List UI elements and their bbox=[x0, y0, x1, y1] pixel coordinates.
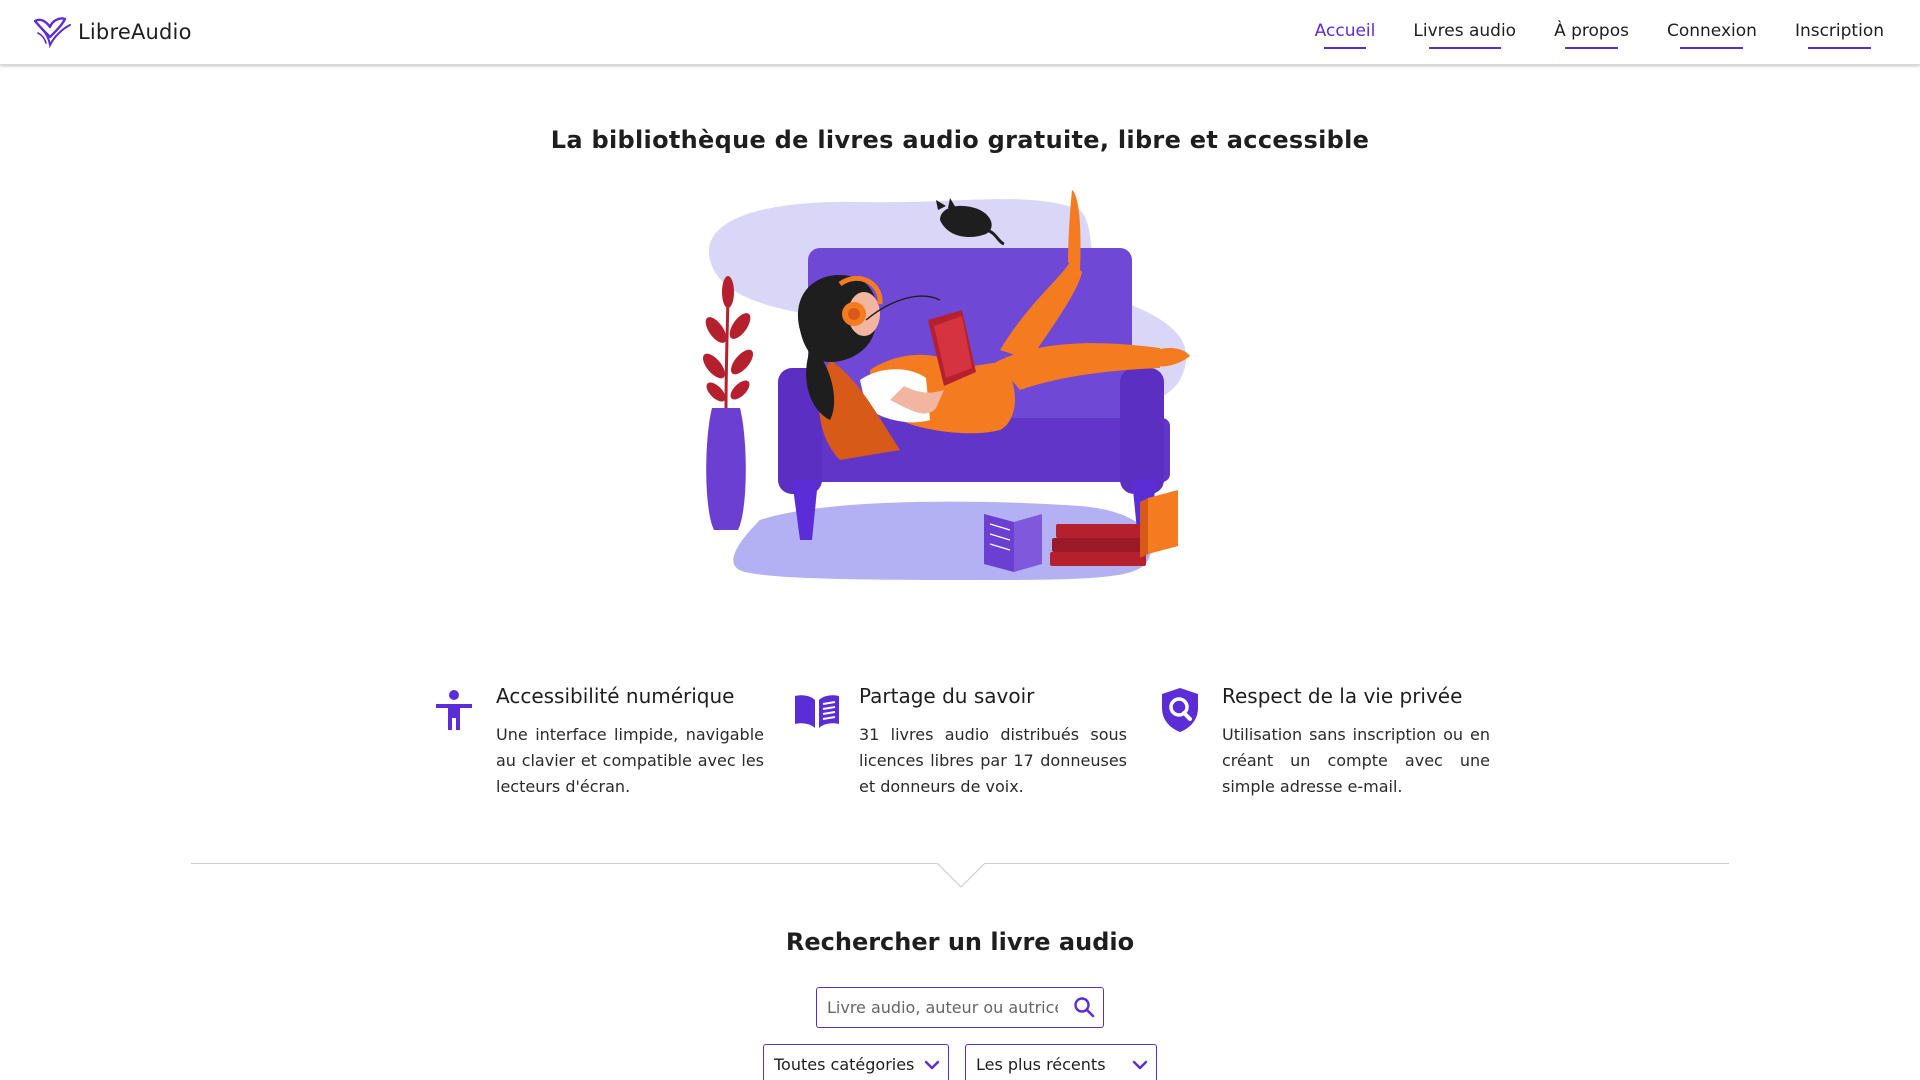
feature-title: Partage du savoir bbox=[859, 684, 1035, 708]
search-input[interactable] bbox=[818, 989, 1058, 1026]
sort-select[interactable]: Les plus récents bbox=[965, 1044, 1157, 1080]
category-select-value: Toutes catégories bbox=[774, 1055, 915, 1074]
category-select[interactable]: Toutes catégories bbox=[763, 1044, 949, 1080]
main-nav: Accueil Livres audio À propos Connexion … bbox=[1277, 0, 1884, 65]
nav-link-livres-audio[interactable]: Livres audio bbox=[1413, 21, 1516, 49]
nav-link-accueil[interactable]: Accueil bbox=[1315, 21, 1375, 49]
hero-illustration bbox=[702, 190, 1190, 580]
feature-description: Utilisation sans inscription ou en créan… bbox=[1222, 725, 1490, 796]
feature-title: Accessibilité numérique bbox=[496, 684, 735, 708]
feature-description: Une interface limpide, navigable au clav… bbox=[496, 725, 764, 796]
search-box bbox=[816, 987, 1104, 1028]
book-icon bbox=[795, 695, 839, 728]
chevron-down-icon bbox=[1132, 1060, 1148, 1070]
search-icon bbox=[1074, 996, 1095, 1017]
nav-link-inscription[interactable]: Inscription bbox=[1795, 21, 1884, 49]
accessibility-icon bbox=[436, 690, 472, 730]
nav-link-a-propos[interactable]: À propos bbox=[1554, 21, 1629, 49]
brand-logo-link[interactable]: LibreAudio bbox=[32, 14, 192, 50]
search-title: Rechercher un livre audio bbox=[785, 928, 1135, 956]
feature-title: Respect de la vie privée bbox=[1222, 684, 1463, 708]
feature-description: 31 livres audio distribués sous licences… bbox=[859, 725, 1127, 796]
chevron-down-icon bbox=[924, 1060, 940, 1070]
privacy-shield-icon bbox=[1162, 688, 1198, 732]
logo-icon bbox=[33, 17, 71, 49]
features-section: Accessibilité numérique Une interface li… bbox=[430, 680, 1490, 810]
divider-notch bbox=[937, 862, 985, 888]
search-button[interactable] bbox=[1067, 991, 1101, 1025]
brand-name: LibreAudio bbox=[78, 20, 192, 44]
nav-link-connexion[interactable]: Connexion bbox=[1667, 21, 1757, 49]
site-header: LibreAudio Accueil Livres audio À propos… bbox=[0, 0, 1920, 65]
sort-select-value: Les plus récents bbox=[976, 1055, 1106, 1074]
hero-tagline: La bibliothèque de livres audio gratuite… bbox=[550, 126, 1370, 154]
